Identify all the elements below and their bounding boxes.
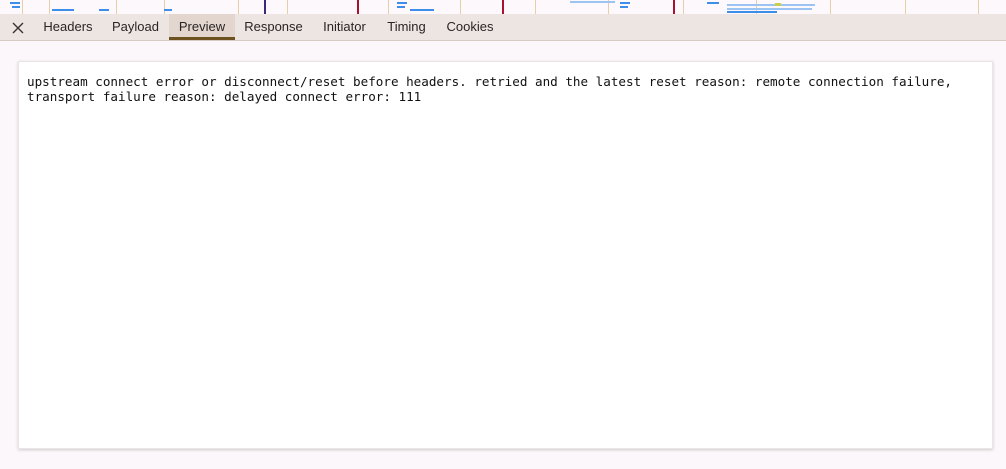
tab-timing-label: Timing [387, 19, 426, 34]
close-button[interactable] [8, 18, 28, 37]
tab-initiator-label: Initiator [323, 19, 366, 34]
tab-payload-label: Payload [112, 19, 159, 34]
tab-initiator[interactable]: Initiator [314, 14, 375, 40]
tab-cookies-label: Cookies [446, 19, 494, 34]
network-waterfall-strip [0, 0, 1006, 14]
tab-preview[interactable]: Preview [169, 14, 235, 40]
tab-headers-label: Headers [43, 19, 93, 34]
preview-response-text: upstream connect error or disconnect/res… [27, 74, 989, 104]
tab-payload[interactable]: Payload [104, 14, 167, 40]
preview-line: upstream connect error or disconnect/res… [27, 74, 953, 89]
tab-response[interactable]: Response [238, 14, 309, 40]
preview-panel[interactable]: upstream connect error or disconnect/res… [18, 61, 993, 449]
tab-preview-label: Preview [178, 19, 226, 34]
details-tab-bar: Headers Payload Preview Response Initiat… [0, 14, 1006, 41]
close-icon [12, 22, 24, 33]
tab-headers[interactable]: Headers [36, 14, 100, 40]
preview-line: transport failure reason: delayed connec… [27, 89, 422, 104]
tab-cookies[interactable]: Cookies [440, 14, 500, 40]
tab-response-label: Response [244, 19, 303, 34]
tab-timing[interactable]: Timing [380, 14, 433, 40]
